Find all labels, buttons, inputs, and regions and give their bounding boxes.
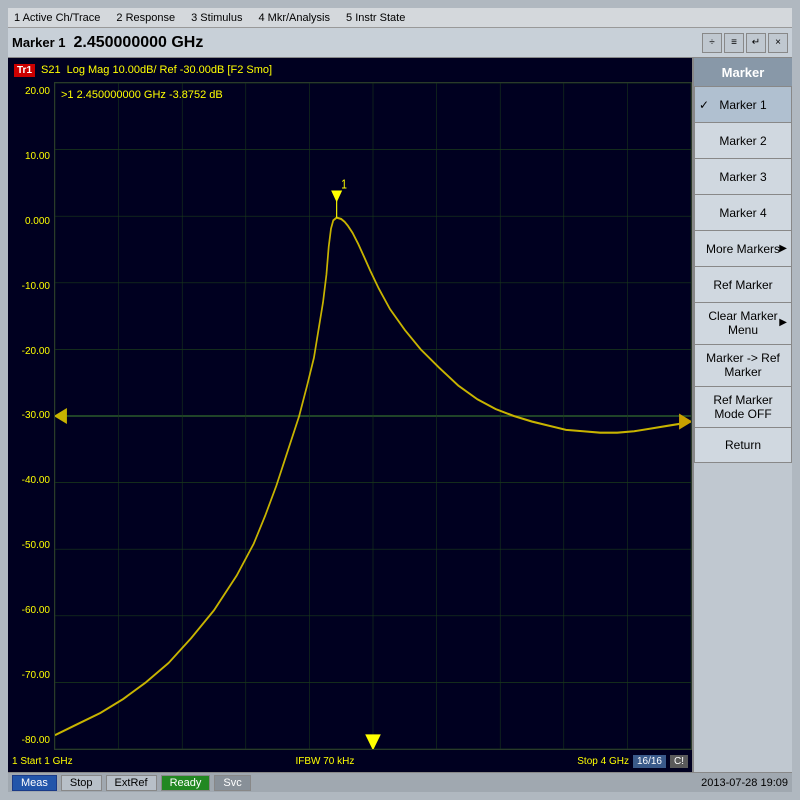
menu-instr-state[interactable]: 5 Instr State [346, 12, 405, 24]
chart-grid-area: 1 >1 2.450000000 GHz -3.8752 dB [54, 82, 692, 750]
ref-marker-mode-label: Ref Marker Mode OFF [699, 393, 787, 422]
chart-content: 20.00 10.00 0.000 -10.00 -20.00 -30.00 -… [8, 82, 692, 750]
clear-marker-menu-label: Clear Marker Menu [699, 309, 787, 338]
bottom-right: Stop 4 GHz 16/16 C! [577, 755, 688, 768]
right-panel-title: Marker [694, 58, 792, 86]
chart-body[interactable]: 20.00 10.00 0.000 -10.00 -20.00 -30.00 -… [8, 82, 692, 750]
stop-freq: Stop 4 GHz [577, 756, 629, 767]
marker-label: Marker 1 [12, 35, 65, 50]
y-label-3: -10.00 [8, 281, 52, 292]
right-btn-marker3[interactable]: Marker 3 [694, 158, 792, 194]
y-label-5: -30.00 [8, 410, 52, 421]
checkmark-icon: ✓ [699, 98, 709, 112]
right-btn-marker2[interactable]: Marker 2 [694, 122, 792, 158]
right-btn-ref-marker[interactable]: Ref Marker [694, 266, 792, 302]
y-label-1: 10.00 [8, 151, 52, 162]
right-btn-marker4[interactable]: Marker 4 [694, 194, 792, 230]
scale-info: Log Mag 10.00dB/ Ref -30.00dB [F2 Smo] [67, 64, 272, 76]
marker1-label: Marker 1 [719, 98, 766, 112]
marker3-label: Marker 3 [719, 170, 766, 184]
more-markers-label: More Markers [706, 242, 780, 256]
status-bar: Meas Stop ExtRef Ready Svc 2013-07-28 19… [8, 772, 792, 792]
chart-panel: Tr1 S21 Log Mag 10.00dB/ Ref -30.00dB [F… [8, 58, 692, 772]
ifbw: IFBW 70 kHz [295, 756, 354, 767]
right-btn-more-markers[interactable]: More Markers ▶ [694, 230, 792, 266]
title-btn-close[interactable]: × [768, 33, 788, 53]
y-label-6: -40.00 [8, 475, 52, 486]
bottom-bar: 1 Start 1 GHz IFBW 70 kHz Stop 4 GHz 16/… [8, 750, 692, 772]
main-window: 1 Active Ch/Trace 2 Response 3 Stimulus … [0, 0, 800, 800]
status-meas[interactable]: Meas [12, 775, 57, 791]
right-btn-marker-to-ref[interactable]: Marker -> Ref Marker [694, 344, 792, 386]
start-freq: 1 Start 1 GHz [12, 756, 73, 767]
menu-bar: 1 Active Ch/Trace 2 Response 3 Stimulus … [8, 8, 792, 28]
more-markers-arrow-icon: ▶ [779, 243, 787, 254]
title-btn-eq[interactable]: ≡ [724, 33, 744, 53]
y-label-4: -20.00 [8, 346, 52, 357]
right-btn-marker1[interactable]: ✓ Marker 1 [694, 86, 792, 122]
status-ready[interactable]: Ready [161, 775, 211, 791]
marker-value: 2.450000000 GHz [73, 34, 702, 52]
right-panel: Marker ✓ Marker 1 Marker 2 Marker 3 Mark… [692, 58, 792, 772]
y-label-9: -70.00 [8, 670, 52, 681]
status-time: 2013-07-28 19:09 [701, 777, 788, 789]
c-badge: C! [670, 755, 688, 768]
y-label-10: -80.00 [8, 735, 52, 746]
title-btn-enter[interactable]: ↵ [746, 33, 766, 53]
right-btn-return[interactable]: Return [694, 427, 792, 463]
marker2-label: Marker 2 [719, 134, 766, 148]
menu-mkr-analysis[interactable]: 4 Mkr/Analysis [258, 12, 330, 24]
ref-marker-label: Ref Marker [713, 278, 772, 292]
chart-header: Tr1 S21 Log Mag 10.00dB/ Ref -30.00dB [F… [8, 58, 692, 82]
y-axis: 20.00 10.00 0.000 -10.00 -20.00 -30.00 -… [8, 82, 54, 750]
page-badge: 16/16 [633, 755, 666, 768]
y-label-8: -60.00 [8, 605, 52, 616]
main-area: Tr1 S21 Log Mag 10.00dB/ Ref -30.00dB [F… [8, 58, 792, 772]
menu-response[interactable]: 2 Response [116, 12, 175, 24]
marker4-label: Marker 4 [719, 206, 766, 220]
y-label-7: -50.00 [8, 540, 52, 551]
status-stop[interactable]: Stop [61, 775, 102, 791]
trace-label: Tr1 [14, 64, 35, 77]
right-btn-ref-marker-mode[interactable]: Ref Marker Mode OFF [694, 386, 792, 428]
marker-to-ref-label: Marker -> Ref Marker [699, 351, 787, 380]
right-btn-clear-marker-menu[interactable]: Clear Marker Menu ▶ [694, 302, 792, 344]
return-label: Return [725, 438, 761, 452]
y-label-2: 0.000 [8, 216, 52, 227]
chart-svg: 1 [55, 83, 691, 749]
status-svc[interactable]: Svc [214, 775, 250, 791]
measurement-label: S21 [41, 64, 61, 76]
marker-readout: >1 2.450000000 GHz -3.8752 dB [61, 89, 223, 101]
svg-text:1: 1 [341, 179, 347, 192]
y-label-0: 20.00 [8, 86, 52, 97]
title-controls: ÷ ≡ ↵ × [702, 33, 788, 53]
title-btn-div[interactable]: ÷ [702, 33, 722, 53]
title-bar: Marker 1 2.450000000 GHz ÷ ≡ ↵ × [8, 28, 792, 58]
menu-stimulus[interactable]: 3 Stimulus [191, 12, 242, 24]
menu-active-ch[interactable]: 1 Active Ch/Trace [14, 12, 100, 24]
status-extref[interactable]: ExtRef [106, 775, 157, 791]
clear-marker-menu-arrow-icon: ▶ [779, 317, 787, 329]
